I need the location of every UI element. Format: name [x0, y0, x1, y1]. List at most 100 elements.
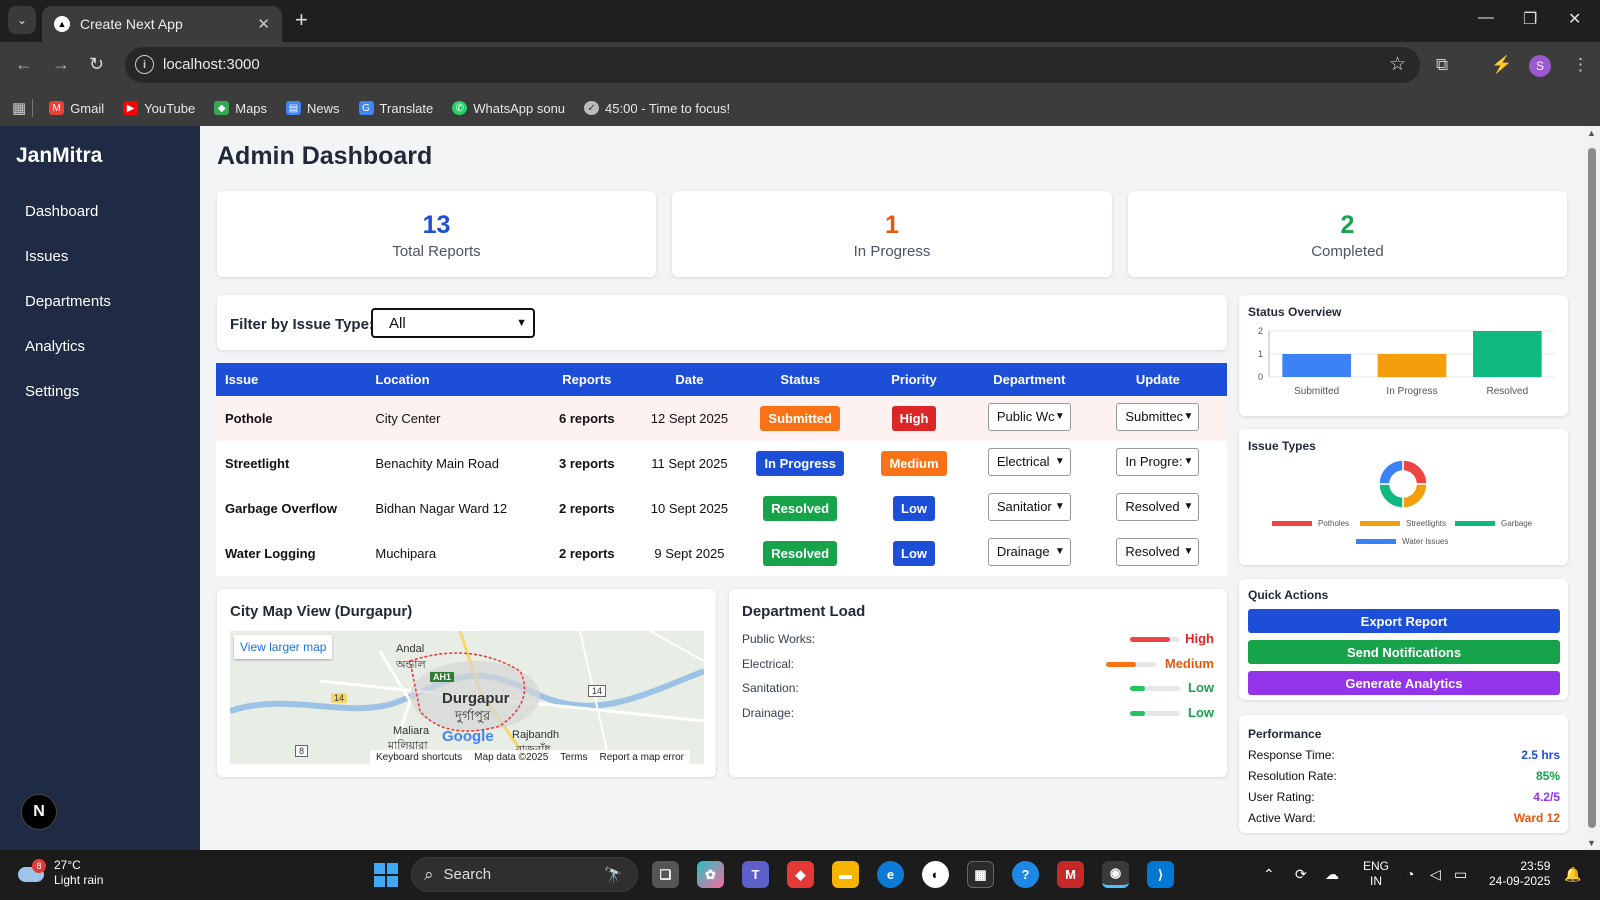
keyboard-shortcuts-link[interactable]: Keyboard shortcuts	[376, 752, 462, 763]
sidebar-item-settings[interactable]: Settings	[25, 383, 79, 400]
edge-icon[interactable]: e	[877, 861, 904, 888]
new-tab-button[interactable]: +	[295, 9, 308, 31]
date-cell: 10 Sept 2025	[650, 501, 729, 516]
store-icon[interactable]: ▦	[967, 861, 994, 888]
column-header: Department	[969, 363, 1089, 396]
close-tab-icon[interactable]: ✕	[257, 15, 270, 33]
address-bar[interactable]: i localhost:3000 ☆	[125, 47, 1420, 83]
department-select[interactable]: Public Wc ▼	[987, 403, 1071, 431]
teams-icon[interactable]: T	[742, 861, 769, 888]
scrollbar-thumb[interactable]	[1588, 148, 1596, 828]
taskbar-search[interactable]: ⌕ Search 🔭	[411, 857, 638, 892]
terms-link[interactable]: Terms	[560, 752, 587, 763]
nextjs-dev-badge[interactable]: N	[21, 794, 57, 830]
department-select[interactable]: Sanitatior ▼	[987, 493, 1071, 521]
mcafee-icon[interactable]: M	[1057, 861, 1084, 888]
perf-value: 4.2/5	[1533, 790, 1560, 804]
file-explorer-icon[interactable]: ▬	[832, 861, 859, 888]
language-indicator[interactable]: ENG IN	[1363, 859, 1389, 889]
anydesk-icon[interactable]: ◆	[787, 861, 814, 888]
tab-search-button[interactable]: ⌄	[8, 6, 36, 34]
weather-temp: 27°C	[54, 858, 81, 872]
sidebar-item-issues[interactable]: Issues	[25, 248, 68, 265]
restore-icon[interactable]: ❐	[1523, 9, 1537, 29]
reload-icon[interactable]: ↻	[89, 54, 104, 75]
bookmark-translate[interactable]: G Translate	[358, 101, 433, 116]
bookmark-whatsapp[interactable]: ✆ WhatsApp sonu	[452, 101, 565, 116]
select-value: Sanitatior	[996, 499, 1052, 514]
send-notifications-button[interactable]: Send Notifications	[1248, 640, 1560, 664]
view-larger-map-link[interactable]: View larger map	[234, 635, 333, 659]
copilot-icon[interactable]: ✿	[697, 861, 724, 888]
page-scrollbar[interactable]: ▲ ▼	[1584, 126, 1600, 850]
table-header-row: Issue Location Reports Date Status Prior…	[216, 363, 1227, 396]
onedrive-icon[interactable]: ☁	[1325, 866, 1339, 883]
bookmark-focus[interactable]: ✓ 45:00 - Time to focus!	[584, 101, 730, 116]
sync-icon[interactable]: ⟳	[1295, 866, 1307, 883]
report-map-error-link[interactable]: Report a map error	[600, 752, 684, 763]
back-arrow-icon[interactable]: ←	[15, 54, 33, 75]
bookmark-star-icon[interactable]: ☆	[1389, 53, 1406, 76]
sidebar-item-analytics[interactable]: Analytics	[25, 338, 85, 355]
apps-grid-icon[interactable]: ▦	[12, 99, 26, 117]
notification-bell-icon[interactable]: 🔔	[1564, 866, 1581, 883]
department-select[interactable]: Electrical ▼	[987, 448, 1071, 476]
bookmark-maps[interactable]: ◆ Maps	[214, 101, 267, 116]
map-label-durgapur: Durgapur	[442, 690, 510, 707]
select-value: Drainage	[996, 544, 1050, 559]
department-select[interactable]: Drainage ▼	[987, 538, 1071, 566]
department-load-row: Drainage: Low	[742, 704, 1214, 722]
profile-avatar[interactable]: S	[1529, 55, 1551, 77]
sidebar-item-departments[interactable]: Departments	[25, 293, 111, 310]
app-icon[interactable]: ◐	[922, 861, 949, 888]
scroll-up-icon[interactable]: ▲	[1587, 128, 1596, 138]
close-window-icon[interactable]: ✕	[1568, 9, 1581, 29]
tray-chevron-up-icon[interactable]: ⌃	[1263, 866, 1275, 883]
issue-cell: Garbage Overflow	[225, 501, 337, 516]
update-status-select[interactable]: Submittec ▼	[1116, 403, 1200, 431]
issue-cell: Streetlight	[225, 456, 290, 471]
youtube-icon: ▶	[123, 101, 139, 115]
scroll-down-icon[interactable]: ▼	[1587, 838, 1596, 848]
menu-kebab-icon[interactable]: ⋮	[1572, 55, 1589, 75]
load-bar-fill	[1130, 686, 1145, 691]
vscode-icon[interactable]: ⟩	[1147, 861, 1174, 888]
city-map[interactable]: View larger map Andal অন্ডাল AH1 Durgapu…	[230, 631, 704, 764]
bookmark-gmail[interactable]: M Gmail	[49, 101, 104, 116]
reports-cell: 3 reports	[559, 456, 615, 471]
weather-widget[interactable]: 8 27°C Light rain	[18, 858, 103, 888]
issue-type-select[interactable]: All ▼	[371, 308, 535, 338]
update-status-select[interactable]: Resolved ▼	[1116, 493, 1200, 521]
sidebar-item-dashboard[interactable]: Dashboard	[25, 203, 98, 220]
department-name: Public Works:	[742, 632, 816, 646]
reports-cell: 2 reports	[559, 546, 615, 561]
site-info-icon[interactable]: i	[135, 55, 154, 74]
volume-icon[interactable]: ◁	[1430, 866, 1441, 883]
minimize-icon[interactable]: —	[1478, 9, 1494, 27]
wifi-icon[interactable]: ◔	[1406, 866, 1414, 882]
task-view-icon[interactable]: ❑	[652, 861, 679, 888]
extensions-icon[interactable]: ⧉	[1436, 55, 1448, 75]
chevron-down-icon: ▼	[516, 317, 527, 329]
help-icon[interactable]: ?	[1012, 861, 1039, 888]
department-cell: Public Wc ▼	[969, 396, 1089, 441]
windows-start-icon[interactable]	[374, 863, 398, 887]
quick-actions-card: Quick Actions Export Report Send Notific…	[1239, 579, 1568, 700]
performance-icon[interactable]: ⚡	[1491, 55, 1512, 75]
update-status-select[interactable]: In Progre: ▼	[1116, 448, 1200, 476]
windows-taskbar: 8 27°C Light rain ⌕ Search 🔭 ❑ ✿ T ◆ ▬ e…	[0, 850, 1600, 900]
url-text[interactable]: localhost:3000	[163, 56, 260, 73]
browser-tab[interactable]: ▲ Create Next App ✕	[42, 6, 282, 42]
export-report-button[interactable]: Export Report	[1248, 609, 1560, 633]
system-clock[interactable]: 23:59 24-09-2025	[1489, 859, 1550, 889]
y-tick-label: 0	[1258, 372, 1263, 382]
bookmark-youtube[interactable]: ▶ YouTube	[123, 101, 195, 116]
forward-arrow-icon[interactable]: →	[52, 54, 70, 75]
generate-analytics-button[interactable]: Generate Analytics	[1248, 671, 1560, 695]
priority-badge: Low	[893, 541, 935, 566]
battery-icon[interactable]: ▭	[1454, 866, 1467, 883]
update-status-select[interactable]: Resolved ▼	[1116, 538, 1200, 566]
chrome-icon[interactable]: ◉	[1102, 861, 1129, 888]
pie-slice	[1378, 483, 1404, 509]
bookmark-news[interactable]: ▤ News	[286, 101, 340, 116]
